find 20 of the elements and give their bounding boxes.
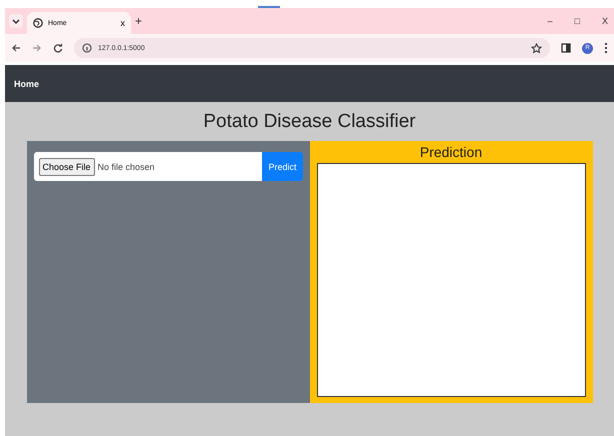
info-icon [82, 43, 92, 53]
file-input[interactable]: Choose File No file chosen [34, 152, 262, 181]
navbar-brand[interactable]: Home [14, 78, 40, 88]
window-control[interactable]: X [602, 16, 608, 26]
star-icon[interactable] [531, 42, 542, 54]
back-icon[interactable] [11, 43, 21, 53]
file-status: No file chosen [98, 162, 155, 172]
predict-button[interactable]: Predict [262, 152, 302, 181]
prediction-heading: Prediction [418, 143, 484, 162]
menu-icon[interactable] [604, 42, 608, 54]
window-control[interactable]: □ [574, 16, 580, 26]
tab-close-button[interactable]: x [120, 18, 125, 28]
new-tab-button[interactable]: + [135, 14, 142, 28]
reload-icon[interactable] [53, 43, 63, 53]
choose-file-button[interactable]: Choose File [38, 158, 95, 176]
page-title: Potato Disease Classifier [203, 111, 416, 133]
side-panel-icon[interactable] [561, 43, 571, 53]
tab-list-icon[interactable] [9, 14, 23, 28]
forward-icon[interactable] [32, 43, 42, 53]
window-control[interactable]: – [548, 16, 553, 26]
